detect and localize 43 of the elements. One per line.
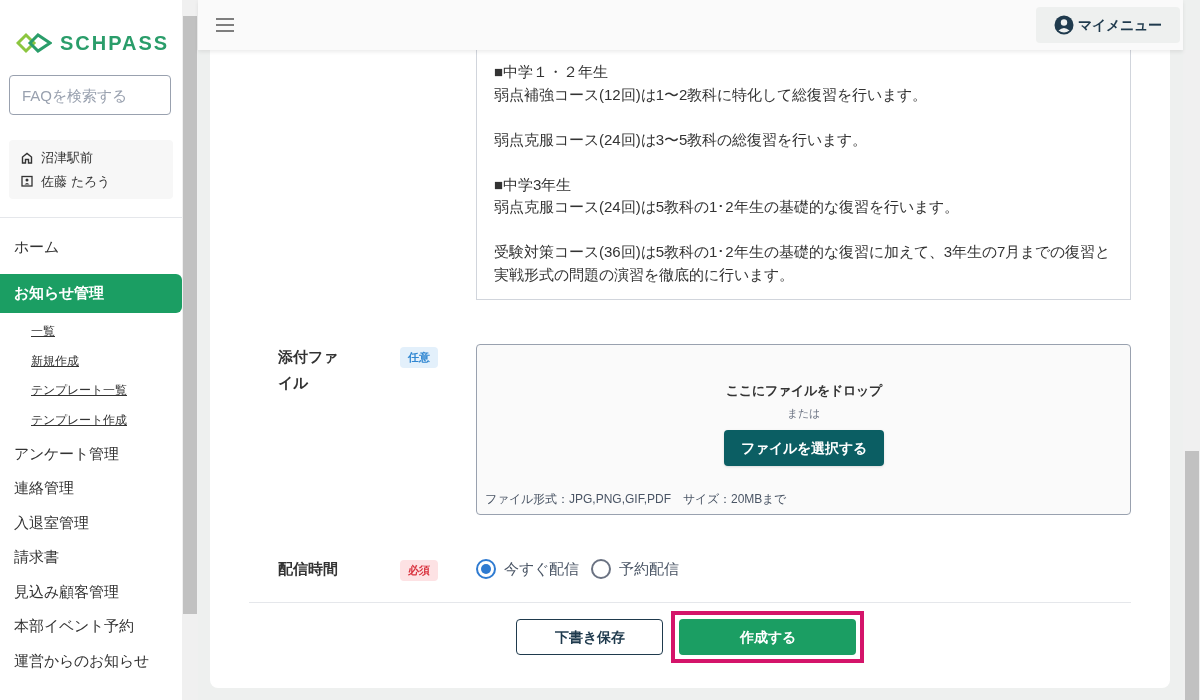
body-text-line: ■中学１・２年生 [494,62,610,82]
optional-badge: 任意 [400,347,438,368]
drop-text: ここにファイルをドロップ [725,382,882,400]
nav-item[interactable]: 連絡管理 [0,471,182,506]
my-menu-button[interactable]: マイメニュー [1036,7,1180,43]
menu-icon[interactable] [216,18,234,32]
field-label: 配信時間 [278,558,339,579]
body-text-line: 弱点克服コース(24回)は5教科の1･2年生の基礎的な復習を行います。 [494,197,960,217]
subnav-link[interactable]: 新規作成 [0,346,182,376]
logo-text: SCHPASS [60,31,170,56]
nav-item[interactable]: 見込み顧客管理 [0,574,182,609]
nav-item[interactable]: 運営からのお知らせ [0,643,182,678]
file-format-note: ファイル形式：JPG,PNG,GIF,PDF サイズ：20MBまで [485,491,787,508]
required-badge: 必須 [400,560,438,581]
subnav-link[interactable]: テンプレート作成 [0,405,182,435]
body-text-line: ■中学3年生 [494,174,573,195]
radio-button[interactable] [591,559,611,579]
body-text-line: 弱点補強コース(12回)は1〜2教科に特化して総復習を行います。 [494,84,929,105]
choose-file-button[interactable]: ファイルを選択する [723,430,884,466]
subnav-link[interactable]: テンプレート一覧 [0,375,182,405]
or-text: または [787,405,820,421]
nav-item[interactable]: アンケート管理 [0,436,182,471]
field-label: 添付ファイル [278,347,339,393]
home-icon [21,151,33,164]
logo-icon [16,31,52,55]
message-textarea[interactable]: ■中学１・２年生 弱点補強コース(12回)は1〜2教科に特化して総復習を行います。 弱点克服コース(24回)は3〜5教科の総復習を行います。 ■中学3年生 弱点克服コース(24回)は5教科の1･2年生の基礎的な復習を行います。 受験対策コース(36回)は5教科の1･2年生の基礎的な復習に加えて、3年生の7月までの復習と実戦形式の問題の演習を徹底的に行います。 [476,50,1131,300]
school-name: 沼津駅前 [41,149,93,167]
search-field[interactable]: FAQを検索する [9,75,171,115]
body-text-line: 弱点克服コース(24回)は3〜5教科の総復習を行います。 [494,129,869,150]
radio-button[interactable] [476,559,496,579]
save-draft-button[interactable]: 下書き保存 [516,619,663,655]
user-name: 佐藤 たろう [41,172,110,191]
subnav-link[interactable]: 一覧 [0,316,182,346]
nav-item[interactable]: 請求書 [0,540,182,575]
nav-item[interactable]: 本部イベント予約 [0,609,182,644]
body-text-line: 受験対策コース(36回)は5教科の1･2年生の基礎的な復習に加えて、3年生の7月までの復習と実戦形式の問題の演習を徹底的に行います。 [494,242,1112,285]
id-card-icon [21,175,33,188]
nav-item[interactable]: 入退室管理 [0,505,182,540]
file-drop-zone[interactable]: ここにファイルをドロップ または ファイルを選択する ファイル形式：JPG,PNG,GIF,PDF サイズ：20MBまで [476,344,1131,515]
radio-label: 予約配信 [619,558,679,579]
user-avatar-icon [1054,15,1074,35]
nav-item[interactable]: ホーム [0,230,182,265]
radio-label: 今すぐ配信 [504,558,579,579]
